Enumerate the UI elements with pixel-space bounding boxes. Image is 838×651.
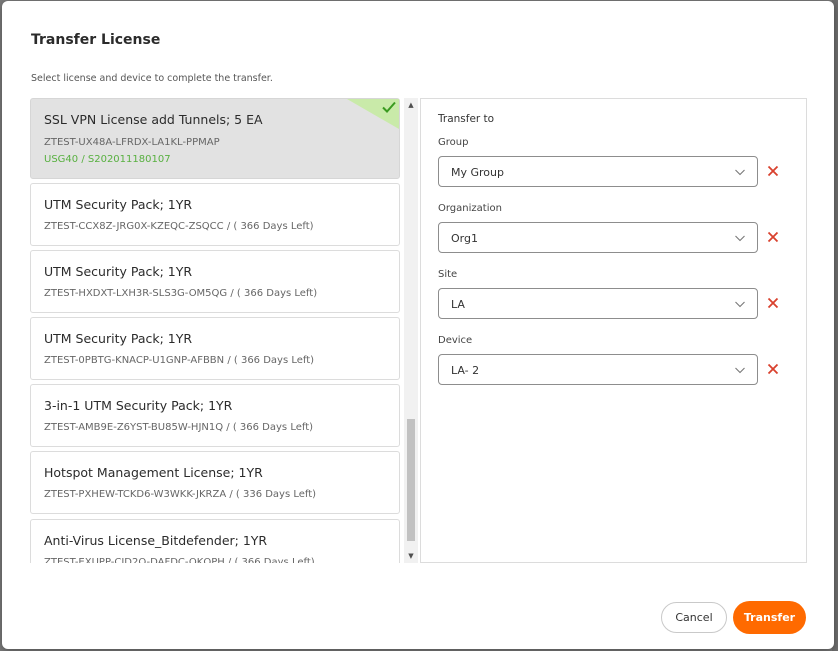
license-key: ZTEST-UX48A-LFRDX-LA1KL-PPMAP <box>44 137 220 148</box>
license-device: USG40 / S202011180107 <box>44 154 171 165</box>
license-list[interactable]: SSL VPN License add Tunnels; 5 EA ZTEST-… <box>30 98 418 563</box>
device-select[interactable]: LA- 2 <box>438 354 758 385</box>
group-select-value: My Group <box>451 166 504 179</box>
dialog-title: Transfer License <box>31 32 161 48</box>
organization-select-value: Org1 <box>451 232 478 245</box>
license-key: ZTEST-AMB9E-Z6YST-BU85W-HJN1Q / ( 366 Da… <box>44 422 314 433</box>
clear-site-close-icon[interactable] <box>767 297 779 309</box>
site-select-value: LA <box>451 298 465 311</box>
license-name: Anti-Virus License_Bitdefender; 1YR <box>44 533 268 548</box>
license-name: UTM Security Pack; 1YR <box>44 264 193 279</box>
check-icon <box>382 101 396 113</box>
transfer-license-dialog: Transfer License Select license and devi… <box>2 1 834 649</box>
dialog-subtitle: Select license and device to complete th… <box>31 73 273 84</box>
chevron-down-icon <box>735 301 745 308</box>
license-card-selected[interactable]: SSL VPN License add Tunnels; 5 EA ZTEST-… <box>30 98 400 179</box>
device-select-value: LA- 2 <box>451 364 480 377</box>
device-label: Device <box>438 335 473 346</box>
license-key: ZTEST-HXDXT-LXH3R-SLS3G-OM5QG / ( 366 Da… <box>44 288 318 299</box>
license-card[interactable]: UTM Security Pack; 1YR ZTEST-CCX8Z-JRG0X… <box>30 183 400 246</box>
transfer-to-heading: Transfer to <box>438 113 495 125</box>
site-select[interactable]: LA <box>438 288 758 319</box>
license-card[interactable]: Hotspot Management License; 1YR ZTEST-PX… <box>30 451 400 514</box>
clear-group-close-icon[interactable] <box>767 165 779 177</box>
chevron-down-icon <box>735 169 745 176</box>
chevron-down-icon <box>735 235 745 242</box>
transfer-to-panel: Transfer to Group My Group Organization … <box>420 98 807 563</box>
scroll-down-icon[interactable]: ▼ <box>404 549 418 563</box>
clear-device-close-icon[interactable] <box>767 363 779 375</box>
license-name: UTM Security Pack; 1YR <box>44 197 193 212</box>
license-card[interactable]: 3-in-1 UTM Security Pack; 1YR ZTEST-AMB9… <box>30 384 400 447</box>
license-card[interactable]: Anti-Virus License_Bitdefender; 1YR ZTES… <box>30 519 400 563</box>
license-list-scrollbar[interactable]: ▲ ▼ <box>404 98 418 563</box>
license-card[interactable]: UTM Security Pack; 1YR ZTEST-HXDXT-LXH3R… <box>30 250 400 313</box>
cancel-button[interactable]: Cancel <box>661 602 727 633</box>
site-label: Site <box>438 269 458 280</box>
license-card[interactable]: UTM Security Pack; 1YR ZTEST-0PBTG-KNACP… <box>30 317 400 380</box>
chevron-down-icon <box>735 367 745 374</box>
group-select[interactable]: My Group <box>438 156 758 187</box>
license-key: ZTEST-PXHEW-TCKD6-W3WKK-JKRZA / ( 336 Da… <box>44 489 317 500</box>
organization-label: Organization <box>438 203 502 214</box>
group-label: Group <box>438 137 469 148</box>
license-key: ZTEST-0PBTG-KNACP-U1GNP-AFBBN / ( 366 Da… <box>44 355 315 366</box>
scroll-up-icon[interactable]: ▲ <box>404 98 418 112</box>
transfer-button[interactable]: Transfer <box>733 601 806 634</box>
license-key: ZTEST-EXUPP-CID2Q-DAFDC-QKQPH / ( 366 Da… <box>44 557 315 563</box>
license-name: Hotspot Management License; 1YR <box>44 465 263 480</box>
license-name: SSL VPN License add Tunnels; 5 EA <box>44 112 263 127</box>
license-key: ZTEST-CCX8Z-JRG0X-KZEQC-ZSQCC / ( 366 Da… <box>44 221 314 232</box>
organization-select[interactable]: Org1 <box>438 222 758 253</box>
license-name: UTM Security Pack; 1YR <box>44 331 193 346</box>
scrollbar-thumb[interactable] <box>407 419 415 541</box>
license-name: 3-in-1 UTM Security Pack; 1YR <box>44 398 233 413</box>
clear-organization-close-icon[interactable] <box>767 231 779 243</box>
